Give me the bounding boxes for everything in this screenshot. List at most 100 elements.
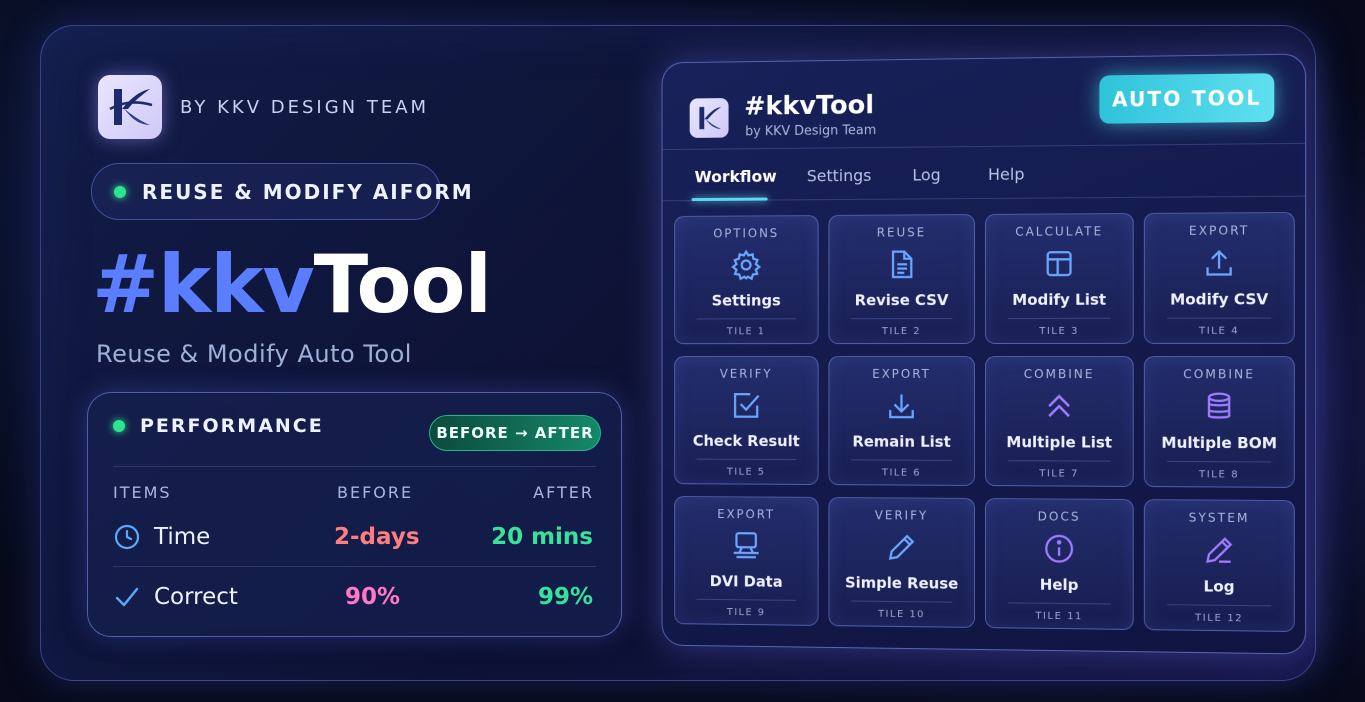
tile-log[interactable]: SYSTEM Log TILE 12: [1144, 499, 1295, 632]
tile-number: TILE 12: [1145, 612, 1294, 625]
tile-name: Remain List: [829, 432, 974, 451]
tab-bar: Workflow Settings Log Help: [663, 144, 1306, 201]
tile-number: TILE 7: [986, 468, 1133, 480]
tile-number: TILE 9: [675, 606, 818, 619]
tile-name: DVI Data: [675, 572, 818, 591]
tile-multiple-list[interactable]: COMBINE Multiple List TILE 7: [985, 356, 1134, 487]
clock-icon: [114, 524, 140, 550]
tile-name: Help: [986, 575, 1133, 595]
tile-help[interactable]: DOCS Help TILE 11: [985, 498, 1134, 630]
tab-log[interactable]: Log: [912, 165, 940, 184]
correct-before-value: 90%: [345, 584, 400, 610]
tile-name: Multiple List: [986, 433, 1133, 452]
tile-name: Settings: [675, 291, 818, 309]
tile-name: Simple Reuse: [829, 573, 974, 592]
tile-number: TILE 4: [1145, 326, 1294, 337]
tile-category: VERIFY: [675, 367, 818, 381]
tile-category: EXPORT: [675, 507, 818, 522]
tile-multiple-bom[interactable]: COMBINE Multiple BOM TILE 8: [1144, 356, 1295, 488]
tile-remain-list[interactable]: EXPORT Remain List TILE 6: [828, 356, 975, 486]
divider: [1167, 461, 1271, 463]
performance-title: PERFORMANCE: [140, 415, 324, 437]
correct-after-value: 99%: [538, 584, 593, 610]
divider: [1167, 318, 1271, 319]
divider: [851, 318, 952, 319]
upload-icon: [1202, 246, 1237, 281]
layout-icon: [1042, 247, 1076, 281]
column-header-items: ITEMS: [113, 483, 172, 502]
window-subtitle: by KKV Design Team: [745, 123, 876, 139]
hero-title-word: Tool: [314, 238, 491, 331]
tile-dvi-data[interactable]: EXPORT DVI Data TILE 9: [674, 496, 818, 626]
tab-settings[interactable]: Settings: [807, 166, 872, 185]
tile-number: TILE 3: [986, 326, 1133, 337]
column-header-after: AFTER: [533, 483, 594, 502]
tile-simple-reuse[interactable]: VERIFY Simple Reuse TILE 10: [828, 497, 975, 628]
byline: BY KKV DESIGN TEAM: [180, 97, 429, 118]
tile-number: TILE 11: [986, 610, 1133, 623]
tile-revise-csv[interactable]: REUSE Revise CSV TILE 2: [828, 214, 975, 344]
monitor-icon: [730, 529, 763, 563]
divider: [1008, 318, 1111, 319]
divider: [851, 601, 952, 603]
tile-number: TILE 2: [829, 326, 974, 337]
tile-modify-list[interactable]: CALCULATE Modify List TILE 3: [985, 213, 1134, 344]
tile-modify-csv[interactable]: EXPORT Modify CSV TILE 4: [1144, 212, 1295, 344]
divider: [1008, 602, 1111, 604]
divider: [851, 459, 952, 460]
window-header: #kkvTool by KKV Design Team AUTO TOOL: [663, 55, 1306, 151]
divider: [696, 459, 796, 460]
tile-category: CALCULATE: [986, 224, 1133, 239]
performance-card: PERFORMANCE BEFORE → AFTER ITEMS BEFORE …: [87, 392, 622, 637]
tag-pill: REUSE & MODIFY AIFORM: [91, 163, 441, 220]
tile-name: Check Result: [675, 432, 818, 450]
tool-window: #kkvTool by KKV Design Team AUTO TOOL Wo…: [662, 53, 1307, 654]
tile-number: TILE 8: [1145, 469, 1294, 481]
metric-label-time: Time: [154, 524, 210, 550]
tile-name: Revise CSV: [829, 291, 974, 309]
auto-tool-button[interactable]: AUTO TOOL: [1099, 73, 1274, 124]
tile-check-result[interactable]: VERIFY Check Result TILE 5: [674, 356, 818, 485]
divider: [696, 318, 796, 319]
pen-icon: [885, 530, 919, 564]
active-tab-indicator: [692, 198, 768, 202]
kkv-logo: [98, 75, 162, 139]
tile-category: OPTIONS: [675, 226, 818, 241]
tab-workflow[interactable]: Workflow: [695, 167, 777, 186]
tile-category: REUSE: [829, 225, 974, 240]
tile-category: COMBINE: [986, 367, 1133, 381]
tile-category: COMBINE: [1145, 367, 1294, 381]
tile-category: SYSTEM: [1145, 510, 1294, 525]
kkv-logo: [690, 98, 729, 138]
window-title: #kkvTool: [744, 90, 874, 121]
hero-title: #kkvTool: [92, 245, 491, 325]
document-icon: [885, 247, 919, 281]
tile-name: Modify CSV: [1145, 290, 1294, 309]
hero-subtitle: Reuse & Modify Auto Tool: [96, 340, 412, 368]
divider: [113, 466, 596, 467]
tile-grid: OPTIONS Settings TILE 1 REUSE Revise CSV…: [674, 212, 1295, 632]
before-after-badge: BEFORE → AFTER: [429, 415, 601, 451]
tab-help[interactable]: Help: [988, 165, 1024, 184]
checkbox-icon: [730, 389, 763, 423]
status-dot: [113, 420, 125, 432]
edit-icon: [1202, 533, 1237, 568]
tile-category: EXPORT: [829, 367, 974, 381]
divider: [113, 566, 596, 567]
tile-name: Log: [1145, 577, 1294, 597]
tile-category: DOCS: [986, 509, 1133, 524]
checkmark-icon: [114, 584, 140, 610]
column-header-before: BEFORE: [337, 483, 413, 502]
tile-category: VERIFY: [829, 508, 974, 523]
tile-number: TILE 10: [829, 608, 974, 621]
tile-category: EXPORT: [1145, 223, 1294, 238]
divider: [1167, 604, 1271, 606]
time-before-value: 2-days: [334, 524, 420, 550]
download-icon: [885, 389, 919, 423]
tile-number: TILE 6: [829, 467, 974, 479]
tile-settings[interactable]: OPTIONS Settings TILE 1: [674, 215, 818, 344]
status-dot: [114, 186, 126, 198]
tile-name: Modify List: [986, 291, 1133, 309]
divider: [696, 599, 796, 601]
performance-header: PERFORMANCE: [113, 415, 324, 437]
